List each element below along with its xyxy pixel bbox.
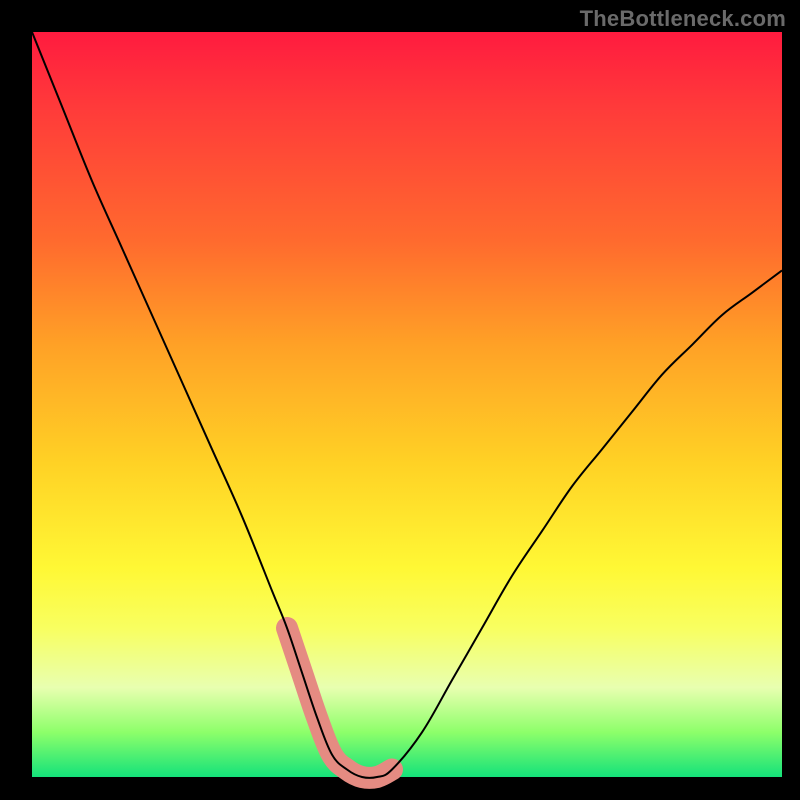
plot-area bbox=[32, 32, 782, 777]
highlight-band-path bbox=[287, 628, 392, 778]
curve-svg bbox=[32, 32, 782, 777]
bottleneck-curve-path bbox=[32, 32, 782, 778]
outer-frame: TheBottleneck.com bbox=[0, 0, 800, 800]
watermark-text: TheBottleneck.com bbox=[580, 6, 786, 32]
